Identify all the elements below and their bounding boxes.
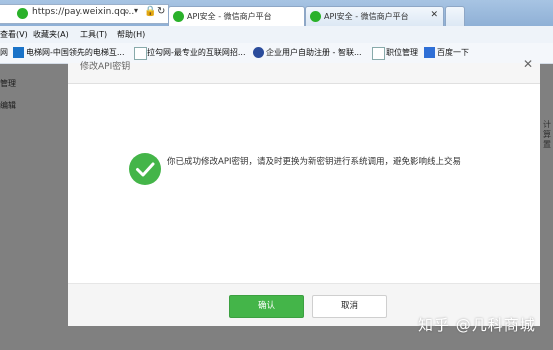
dropdown-icon[interactable]: ▾ bbox=[134, 6, 138, 15]
favorite-item[interactable]: 百度一下 bbox=[437, 47, 469, 58]
success-message: 你已成功修改API密钥，请及时更换为新密钥进行系统调用，避免影响线上交易 bbox=[167, 157, 461, 167]
search-icon[interactable]: ⌕ bbox=[124, 6, 130, 17]
baidu-icon bbox=[424, 47, 435, 58]
refresh-icon[interactable]: ↻ bbox=[157, 6, 165, 17]
tab-api-security-1[interactable]: API安全 - 微信商户平台 bbox=[168, 6, 305, 27]
close-icon[interactable]: ✕ bbox=[523, 57, 533, 71]
lock-icon: 🔒 bbox=[144, 6, 157, 17]
watermark: 知乎 @几科商城 bbox=[418, 316, 536, 334]
favorite-item[interactable]: 电梯网-中国领先的电梯互... bbox=[26, 47, 125, 58]
page-icon bbox=[372, 47, 385, 60]
page-icon bbox=[134, 47, 147, 60]
menu-favorites[interactable]: 收藏夹(A) bbox=[33, 29, 69, 40]
elevator-site-icon bbox=[13, 47, 24, 58]
wechat-pay-icon bbox=[310, 11, 321, 22]
dialog-title: 修改API密钥 bbox=[80, 62, 131, 72]
favorite-item[interactable]: 拉勾网-最专业的互联网招... bbox=[147, 47, 246, 58]
menu-view[interactable]: 查看(V) bbox=[0, 29, 28, 40]
cancel-button[interactable]: 取消 bbox=[312, 295, 387, 318]
browser-titlebar: https://pay.weixin.qq... ⌕ ▾ 🔒 ↻ API安全 -… bbox=[0, 0, 553, 27]
dialog-header: 修改API密钥 ✕ bbox=[68, 57, 540, 84]
success-check-icon bbox=[129, 153, 161, 185]
api-key-dialog: 修改API密钥 ✕ 你已成功修改API密钥，请及时更换为新密钥进行系统调用，避免… bbox=[68, 57, 540, 326]
new-tab-button[interactable] bbox=[445, 6, 465, 27]
tab-label: API安全 - 微信商户平台 bbox=[324, 12, 409, 21]
tab-api-security-2[interactable]: API安全 - 微信商户平台 ✕ bbox=[305, 6, 444, 27]
favorite-item[interactable]: 网 bbox=[0, 47, 8, 58]
wechat-pay-icon bbox=[173, 11, 184, 22]
address-text: https://pay.weixin.qq... bbox=[32, 7, 135, 17]
tab-label: API安全 - 微信商户平台 bbox=[187, 12, 272, 21]
menu-help[interactable]: 帮助(H) bbox=[117, 29, 145, 40]
site-favicon bbox=[17, 8, 28, 19]
globe-icon bbox=[253, 47, 264, 58]
menu-tools[interactable]: 工具(T) bbox=[80, 29, 107, 40]
address-bar[interactable]: https://pay.weixin.qq... ⌕ ▾ 🔒 ↻ bbox=[0, 4, 169, 24]
confirm-button[interactable]: 确认 bbox=[229, 295, 304, 318]
favorite-item[interactable]: 企业用户自助注册 - 智联... bbox=[266, 47, 362, 58]
favorite-item[interactable]: 职位管理 bbox=[386, 47, 418, 58]
close-icon[interactable]: ✕ bbox=[430, 10, 438, 20]
menu-bar: 查看(V) 收藏夹(A) 工具(T) 帮助(H) bbox=[0, 26, 553, 44]
